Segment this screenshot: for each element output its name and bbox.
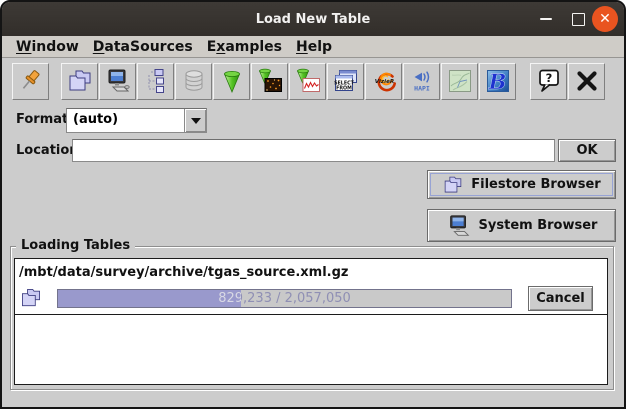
close-window-toolbar-button[interactable] <box>568 63 605 100</box>
svg-text:HAPI: HAPI <box>414 85 430 93</box>
maximize-icon <box>572 13 585 26</box>
svg-text:VizieR: VizieR <box>374 79 393 85</box>
loading-path: /mbt/data/survey/archive/tgas_source.xml… <box>15 259 607 280</box>
system-browser-icon <box>104 67 132 95</box>
filestore-browser-toolbar-button[interactable] <box>61 63 98 100</box>
basti-toolbar-button[interactable]: B <box>479 63 516 100</box>
loading-tables-group: Loading Tables /mbt/data/survey/archive/… <box>10 246 614 390</box>
cone-starfield-toolbar-button[interactable] <box>251 63 288 100</box>
sql-select-from-toolbar-button[interactable]: SELECT FROM <box>327 63 364 100</box>
cone-chart-icon <box>294 67 322 95</box>
filestore-browser-icon <box>442 174 464 196</box>
format-dropdown-button[interactable] <box>184 109 206 132</box>
close-button[interactable]: ✕ <box>592 6 618 32</box>
close-icon: ✕ <box>599 12 611 26</box>
menubar: Window DataSources Examples Help <box>2 36 624 58</box>
tree-browser-icon <box>142 67 170 95</box>
titlebar: Load New Table ✕ <box>2 2 624 36</box>
close-icon <box>573 67 601 95</box>
tree-browser-toolbar-button[interactable] <box>137 63 174 100</box>
svg-text:?: ? <box>545 71 552 85</box>
vizier-toolbar-button[interactable]: VizieR <box>365 63 402 100</box>
loading-tables-title: Loading Tables <box>16 238 135 253</box>
minimize-button[interactable] <box>540 2 554 36</box>
menu-window[interactable]: Window <box>9 39 86 55</box>
loading-list: /mbt/data/survey/archive/tgas_source.xml… <box>14 258 608 385</box>
menu-help[interactable]: Help <box>289 39 339 55</box>
system-browser-icon <box>446 213 472 239</box>
progress-text-light-clip: 829,233 / 2,057,050 <box>58 290 241 307</box>
help-toolbar-button[interactable]: ? <box>530 63 567 100</box>
cone-search-toolbar-button[interactable] <box>213 63 250 100</box>
progress-text-light: 829,233 / 2,057,050 <box>58 290 241 307</box>
filestore-browser-label: Filestore Browser <box>471 177 600 192</box>
sky-map-toolbar-button[interactable] <box>441 63 478 100</box>
help-icon: ? <box>535 67 563 95</box>
ok-button[interactable]: OK <box>558 139 616 162</box>
filestore-browser-button[interactable]: Filestore Browser <box>427 170 616 199</box>
menu-datasources[interactable]: DataSources <box>86 39 200 55</box>
format-combobox[interactable]: (auto) <box>66 108 207 133</box>
sql-select-from-icon: SELECT FROM <box>332 67 360 95</box>
progress-bar: 829,233 / 2,057,050 829,233 / 2,057,050 <box>57 289 512 308</box>
folder-icon <box>19 286 43 310</box>
maximize-button[interactable] <box>572 2 586 36</box>
system-browser-button[interactable]: System Browser <box>427 209 616 242</box>
sky-map-icon <box>446 67 474 95</box>
vizier-icon: VizieR <box>370 67 398 95</box>
window-title: Load New Table <box>256 12 371 27</box>
cone-search-icon <box>218 67 246 95</box>
system-browser-label: System Browser <box>479 218 598 233</box>
basti-icon: B <box>484 67 512 95</box>
main-panel: Format: (auto) Location: OK Filestore Br… <box>2 104 624 407</box>
database-toolbar-button[interactable] <box>175 63 212 100</box>
system-browser-toolbar-button[interactable] <box>99 63 136 100</box>
chevron-down-icon <box>191 118 201 124</box>
pin-icon <box>17 67 45 95</box>
minimize-icon <box>540 18 552 20</box>
menu-examples[interactable]: Examples <box>200 39 289 55</box>
toolbar: SELECT FROM VizieR HAPI <box>2 58 624 104</box>
load-new-table-window: Load New Table ✕ Window DataSources Exam… <box>0 0 626 409</box>
cone-chart-toolbar-button[interactable] <box>289 63 326 100</box>
cancel-button[interactable]: Cancel <box>528 286 593 311</box>
location-input[interactable] <box>72 139 555 162</box>
hapi-toolbar-button[interactable]: HAPI <box>403 63 440 100</box>
pin-button[interactable] <box>12 63 49 100</box>
filestore-browser-icon <box>66 67 94 95</box>
cone-starfield-icon <box>256 67 284 95</box>
hapi-icon: HAPI <box>408 67 436 95</box>
database-icon <box>180 67 208 95</box>
format-label: Format: <box>16 112 73 127</box>
svg-text:B: B <box>487 69 506 94</box>
svg-text:FROM: FROM <box>336 86 352 92</box>
loading-entry: /mbt/data/survey/archive/tgas_source.xml… <box>15 259 607 315</box>
format-selected-value: (auto) <box>67 109 184 132</box>
